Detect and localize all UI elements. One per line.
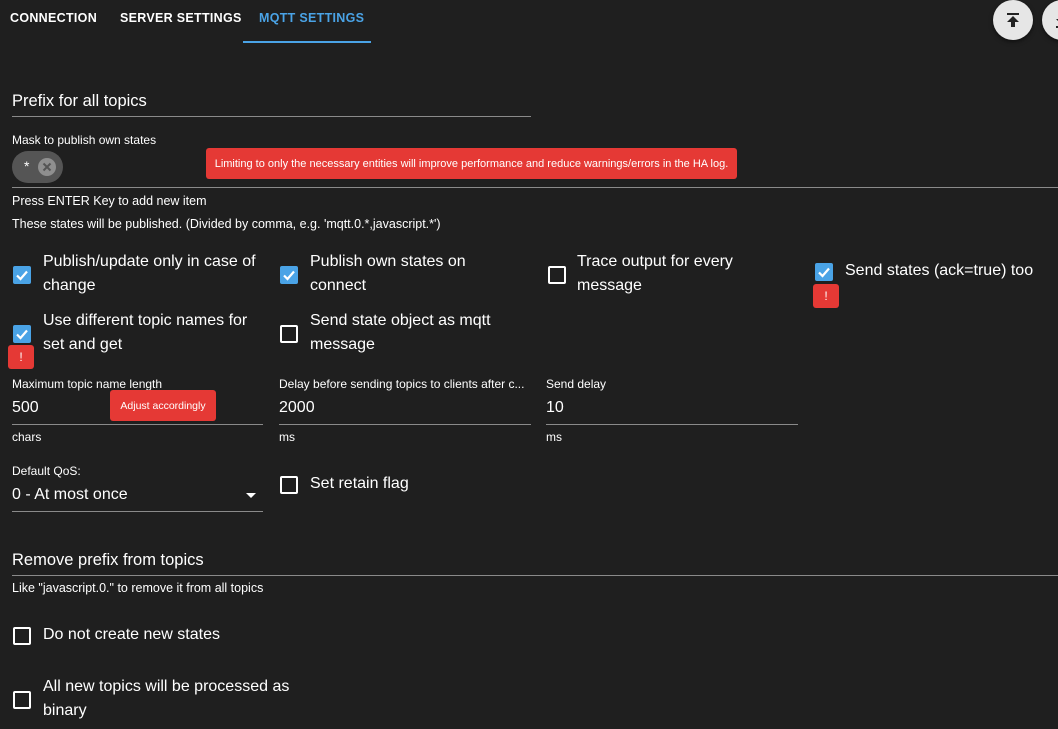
- tab-mqtt-settings[interactable]: MQTT SETTINGS: [259, 0, 364, 43]
- retain-flag-checkbox[interactable]: [280, 476, 298, 494]
- send-delay-label: Send delay: [546, 377, 607, 391]
- send-delay-input[interactable]: 10: [546, 399, 564, 417]
- publish-on-change-label[interactable]: Publish/update only in case of change: [43, 250, 258, 298]
- max-topic-length-unit: chars: [12, 430, 42, 444]
- download-icon: [1056, 19, 1058, 28]
- max-topic-length-tooltip: Adjust accordingly: [110, 390, 216, 421]
- remove-prefix-field-label[interactable]: Remove prefix from topics: [12, 551, 204, 570]
- default-qos-label: Default QoS:: [12, 464, 81, 478]
- no-new-states-checkbox[interactable]: [13, 627, 31, 645]
- send-delay-unit: ms: [546, 430, 562, 444]
- trace-output-label[interactable]: Trace output for every message: [577, 250, 777, 298]
- prefix-field-label[interactable]: Prefix for all topics: [12, 92, 147, 111]
- different-topics-checkbox[interactable]: [13, 325, 31, 343]
- send-state-object-label[interactable]: Send state object as mqtt message: [310, 309, 525, 357]
- different-topics-warning-badge: !: [8, 345, 34, 369]
- mask-chip-label: *: [24, 158, 30, 174]
- mask-chip[interactable]: *: [12, 151, 63, 183]
- chip-delete-icon[interactable]: [38, 158, 56, 176]
- check-icon: [818, 267, 830, 278]
- no-new-states-label[interactable]: Do not create new states: [43, 623, 220, 647]
- mask-tooltip: Limiting to only the necessary entities …: [206, 148, 737, 179]
- tab-connection[interactable]: CONNECTION: [10, 0, 97, 43]
- publish-on-connect-checkbox[interactable]: [280, 266, 298, 284]
- publish-on-connect-label[interactable]: Publish own states on connect: [310, 250, 510, 298]
- mask-field-underline: [12, 187, 1058, 188]
- check-icon: [16, 329, 28, 340]
- delay-before-sending-label: Delay before sending topics to clients a…: [279, 377, 525, 391]
- default-qos-select[interactable]: 0 - At most once: [12, 486, 128, 504]
- binary-label[interactable]: All new topics will be processed as bina…: [43, 675, 313, 723]
- upload-button[interactable]: [993, 0, 1033, 40]
- check-icon: [16, 270, 28, 281]
- check-icon: [283, 270, 295, 281]
- prefix-field-underline: [12, 116, 531, 117]
- download-button[interactable]: [1042, 0, 1058, 40]
- send-state-object-checkbox[interactable]: [280, 325, 298, 343]
- different-topics-label[interactable]: Use different topic names for set and ge…: [43, 309, 258, 357]
- retain-flag-label[interactable]: Set retain flag: [310, 472, 409, 496]
- dropdown-arrow-icon[interactable]: [246, 493, 256, 498]
- remove-prefix-helper: Like "javascript.0." to remove it from a…: [12, 581, 264, 595]
- send-ack-label[interactable]: Send states (ack=true) too: [845, 259, 1058, 283]
- mask-helper-description: These states will be published. (Divided…: [12, 217, 441, 231]
- send-delay-underline: [546, 424, 798, 425]
- default-qos-underline: [12, 511, 263, 512]
- send-ack-warning-badge: !: [813, 284, 839, 308]
- binary-checkbox[interactable]: [13, 691, 31, 709]
- delay-before-sending-input[interactable]: 2000: [279, 399, 315, 417]
- max-topic-length-label: Maximum topic name length: [12, 377, 163, 391]
- delay-before-sending-unit: ms: [279, 430, 295, 444]
- remove-prefix-underline: [12, 575, 1058, 576]
- delay-before-sending-underline: [279, 424, 531, 425]
- mask-helper-enter: Press ENTER Key to add new item: [12, 194, 207, 208]
- upload-icon: [1007, 13, 1019, 27]
- max-topic-length-underline: [12, 424, 263, 425]
- mask-label: Mask to publish own states: [12, 133, 157, 147]
- tab-server-settings[interactable]: SERVER SETTINGS: [120, 0, 242, 43]
- send-ack-checkbox[interactable]: [815, 263, 833, 281]
- tab-indicator: [243, 41, 371, 43]
- trace-output-checkbox[interactable]: [548, 266, 566, 284]
- publish-on-change-checkbox[interactable]: [13, 266, 31, 284]
- max-topic-length-input[interactable]: 500: [12, 399, 39, 417]
